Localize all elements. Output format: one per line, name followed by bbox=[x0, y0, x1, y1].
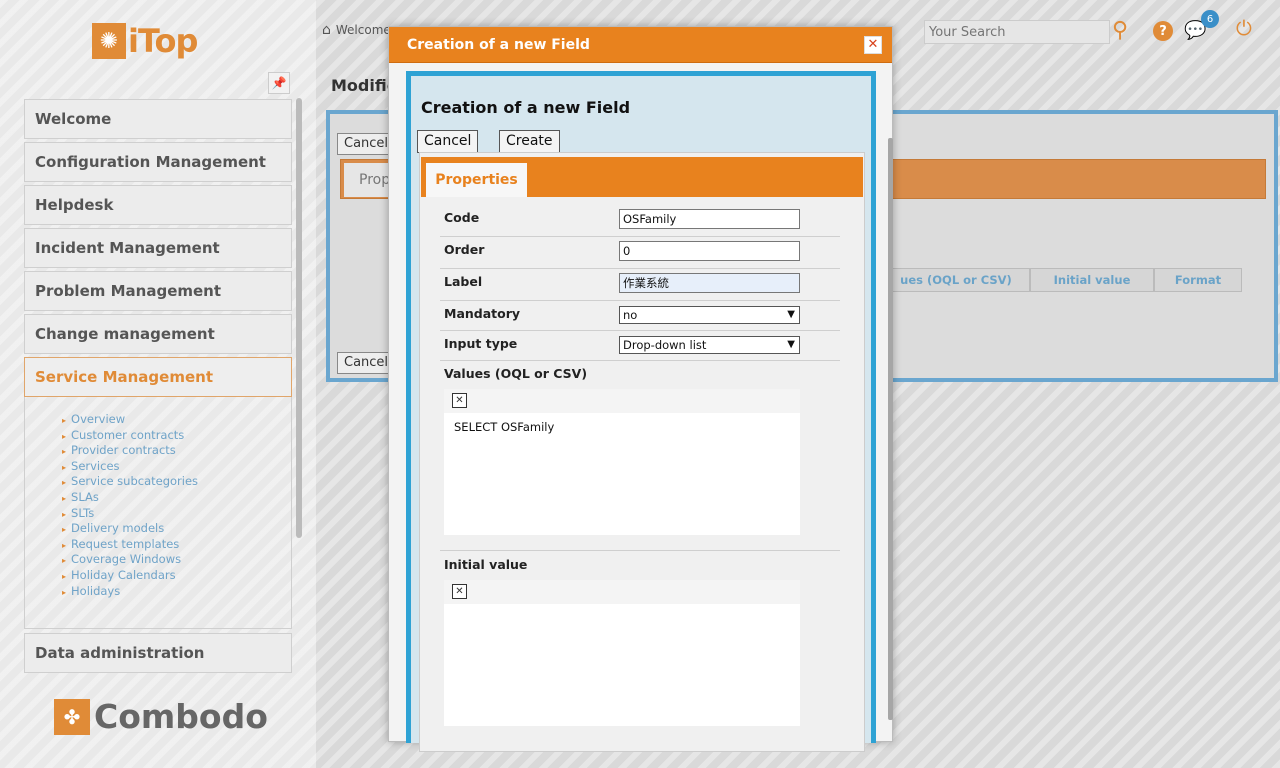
row-divider bbox=[440, 268, 840, 269]
submenu-item[interactable]: ▸ Customer contracts bbox=[62, 428, 198, 444]
submenu-item[interactable]: ▸ Provider contracts bbox=[62, 443, 198, 459]
menu-problem-management[interactable]: Problem Management bbox=[24, 271, 292, 311]
breadcrumb-welcome[interactable]: Welcome bbox=[336, 23, 391, 37]
bullet-arrow-icon: ▸ bbox=[62, 478, 67, 488]
bullet-arrow-icon: ▸ bbox=[62, 525, 67, 535]
bg-column-values: ues (OQL or CSV) bbox=[882, 268, 1030, 292]
page-title: Modific bbox=[331, 76, 397, 95]
search-icon[interactable]: ⚲ bbox=[1112, 18, 1128, 43]
power-icon[interactable]: ⏻ bbox=[1236, 16, 1252, 40]
dialog-titlebar[interactable]: Creation of a new Field ✕ bbox=[389, 27, 892, 63]
properties-form: Properties Code Order Label Mandatory no… bbox=[419, 152, 865, 752]
initial-value-editor-toolbar: ✕ bbox=[444, 580, 800, 604]
mandatory-select[interactable]: no ▼ bbox=[619, 306, 800, 324]
values-editor[interactable]: SELECT OSFamily bbox=[444, 413, 800, 535]
submenu-item[interactable]: ▸ Request templates bbox=[62, 537, 198, 553]
mandatory-selected-value: no bbox=[623, 308, 638, 322]
maximize-icon[interactable]: ✕ bbox=[452, 584, 467, 599]
code-label: Code bbox=[444, 210, 480, 225]
bg-cancel-button-bottom[interactable]: Cancel bbox=[337, 352, 389, 374]
menu-data-administration[interactable]: Data administration bbox=[24, 633, 292, 673]
create-button[interactable]: Create bbox=[499, 130, 560, 153]
submenu-item[interactable]: ▸ Services bbox=[62, 459, 198, 475]
row-divider bbox=[440, 236, 840, 237]
menu-welcome[interactable]: Welcome bbox=[24, 99, 292, 139]
row-divider bbox=[440, 300, 840, 301]
submenu-item[interactable]: ▸ Coverage Windows bbox=[62, 552, 198, 568]
code-input[interactable] bbox=[619, 209, 800, 229]
bg-column-format: Format bbox=[1154, 268, 1242, 292]
notification-count-badge: 6 bbox=[1201, 10, 1219, 28]
tab-bar: Properties bbox=[421, 157, 863, 197]
home-icon: ⌂ bbox=[322, 22, 331, 38]
itop-logo[interactable]: ✺ iTop bbox=[92, 22, 198, 60]
menu-service-management[interactable]: Service Management bbox=[24, 357, 292, 397]
service-management-submenu: ▸ Overview ▸ Customer contracts ▸ Provider … bbox=[62, 412, 198, 599]
help-icon[interactable]: ? bbox=[1153, 21, 1173, 41]
breadcrumb[interactable]: ⌂ Welcome bbox=[322, 22, 391, 38]
maximize-icon[interactable]: ✕ bbox=[452, 393, 467, 408]
bullet-arrow-icon: ▸ bbox=[62, 587, 67, 597]
bullet-arrow-icon: ▸ bbox=[62, 416, 67, 425]
bullet-arrow-icon: ▸ bbox=[62, 556, 67, 566]
submenu-item[interactable]: ▸ Holidays bbox=[62, 584, 198, 600]
initial-value-editor[interactable] bbox=[444, 604, 800, 726]
itop-logo-text: iTop bbox=[128, 22, 198, 60]
bullet-arrow-icon: ▸ bbox=[62, 540, 67, 550]
pin-icon[interactable]: 📌 bbox=[268, 72, 290, 94]
chevron-down-icon: ▼ bbox=[787, 339, 795, 350]
dialog-title: Creation of a new Field bbox=[407, 37, 590, 53]
bullet-arrow-icon: ▸ bbox=[62, 509, 67, 519]
bullet-arrow-icon: ▸ bbox=[62, 493, 67, 503]
submenu-item[interactable]: ▸ SLAs bbox=[62, 490, 198, 506]
combodo-logo-text: Combodo bbox=[94, 697, 268, 736]
dialog-heading: Creation of a new Field bbox=[421, 98, 631, 117]
label-label: Label bbox=[444, 274, 483, 289]
values-editor-toolbar: ✕ bbox=[444, 389, 800, 413]
dialog-content: Creation of a new Field Cancel Create Pr… bbox=[406, 71, 893, 752]
input-type-label: Input type bbox=[444, 336, 518, 351]
mandatory-label: Mandatory bbox=[444, 306, 521, 321]
bg-cancel-button-top[interactable]: Cancel bbox=[337, 133, 389, 155]
sidebar-scrollbar[interactable] bbox=[296, 98, 302, 538]
search-input[interactable] bbox=[924, 20, 1110, 44]
initial-value-label: Initial value bbox=[444, 557, 528, 572]
new-field-dialog: Creation of a new Field ✕ Creation of a … bbox=[388, 26, 893, 752]
submenu-item[interactable]: ▸ Service subcategories bbox=[62, 474, 198, 490]
submenu-item[interactable]: ▸ Holiday Calendars bbox=[62, 568, 198, 584]
input-type-selected-value: Drop-down list bbox=[623, 338, 707, 352]
submenu-item[interactable]: ▸ Delivery models bbox=[62, 521, 198, 537]
left-pane: ✺ iTop 📌 Welcome Configuration Managemen… bbox=[0, 0, 316, 768]
combodo-logo[interactable]: ✤ Combodo bbox=[54, 697, 268, 736]
row-divider bbox=[440, 550, 840, 551]
values-label: Values (OQL or CSV) bbox=[444, 366, 588, 381]
submenu-item[interactable]: ▸ SLTs bbox=[62, 506, 198, 522]
label-input[interactable] bbox=[619, 273, 800, 293]
submenu-item[interactable]: ▸ Overview bbox=[62, 412, 198, 428]
bullet-arrow-icon: ▸ bbox=[62, 447, 67, 457]
cancel-button[interactable]: Cancel bbox=[417, 130, 479, 153]
menu-incident-management[interactable]: Incident Management bbox=[24, 228, 292, 268]
itop-logo-icon: ✺ bbox=[92, 23, 126, 59]
order-input[interactable] bbox=[619, 241, 800, 261]
row-divider bbox=[440, 360, 840, 361]
order-label: Order bbox=[444, 242, 485, 257]
bg-column-initial-value: Initial value bbox=[1030, 268, 1154, 292]
row-divider bbox=[440, 330, 840, 331]
menu-helpdesk[interactable]: Helpdesk bbox=[24, 185, 292, 225]
bullet-arrow-icon: ▸ bbox=[62, 431, 67, 441]
dialog-scrollbar[interactable] bbox=[888, 138, 893, 720]
bullet-arrow-icon: ▸ bbox=[62, 571, 67, 581]
tab-properties[interactable]: Properties bbox=[426, 163, 527, 197]
chevron-down-icon: ▼ bbox=[787, 309, 795, 320]
menu-configuration-management[interactable]: Configuration Management bbox=[24, 142, 292, 182]
combodo-logo-icon: ✤ bbox=[54, 698, 90, 735]
close-icon[interactable]: ✕ bbox=[864, 36, 882, 54]
input-type-select[interactable]: Drop-down list ▼ bbox=[619, 336, 800, 354]
menu-change-management[interactable]: Change management bbox=[24, 314, 292, 354]
bullet-arrow-icon: ▸ bbox=[62, 462, 67, 472]
